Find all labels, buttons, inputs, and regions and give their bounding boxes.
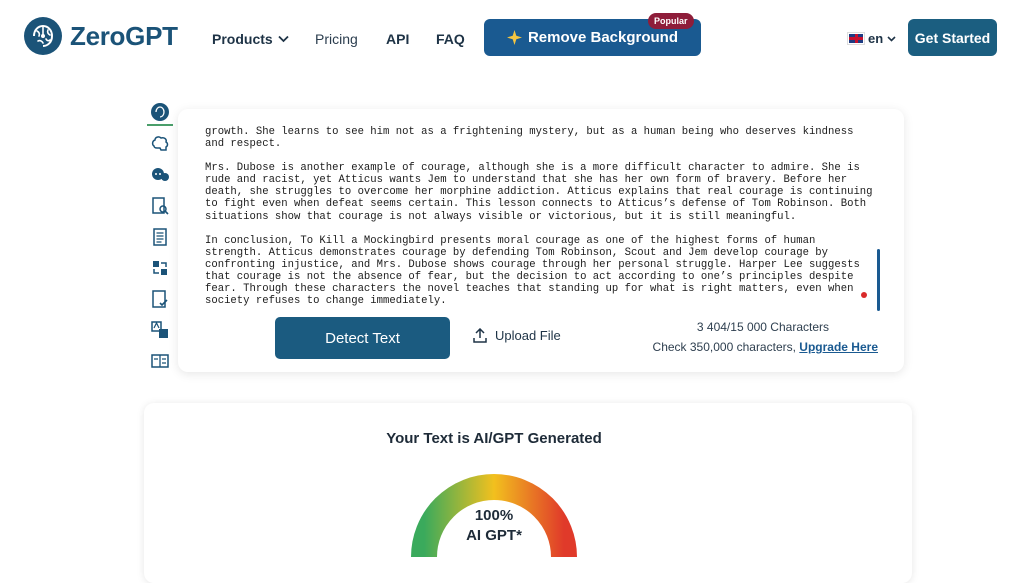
popular-badge: Popular (648, 13, 694, 29)
tool-ai-detector[interactable] (147, 100, 173, 126)
upgrade-notice-text: Check 350,000 characters, (652, 340, 796, 354)
editor-paragraph-3: In conclusion, To Kill a Mockingbird pre… (205, 234, 867, 308)
get-started-button[interactable]: Get Started (908, 19, 997, 56)
brand-logo[interactable]: ZeroGPT (22, 15, 178, 57)
brand-name: ZeroGPT (70, 20, 178, 51)
brain-icon (151, 136, 169, 151)
language-selector[interactable]: en (847, 31, 896, 46)
editor-scrollbar[interactable] (877, 249, 880, 311)
brain-logo-icon (24, 17, 62, 55)
tool-grammar-check[interactable] (147, 286, 173, 312)
upload-icon (473, 328, 487, 343)
tool-brain[interactable] (147, 131, 173, 157)
top-navbar: ZeroGPT Products Pricing API FAQ Remove … (0, 0, 1024, 78)
editor-paragraph-1: growth. She learns to see him not as a f… (205, 126, 860, 151)
nav-products-label: Products (212, 31, 273, 47)
upgrade-link[interactable]: Upgrade Here (799, 340, 878, 354)
character-count: 3 404/15 000 Characters (696, 320, 829, 334)
text-editor-card: growth. She learns to see him not as a f… (178, 109, 904, 372)
sparkle-icon (506, 30, 522, 45)
ai-percentage: 100% (474, 507, 514, 524)
chevron-down-icon (278, 35, 289, 43)
text-input-area[interactable]: growth. She learns to see him not as a f… (205, 126, 875, 320)
word-counter-icon (151, 354, 169, 368)
detect-text-button[interactable]: Detect Text (275, 317, 450, 359)
translator-icon (151, 321, 168, 338)
nav-pricing[interactable]: Pricing (315, 31, 358, 47)
result-card: Your Text is AI/GPT Generated 100% AI GP… (144, 403, 912, 583)
nav-api[interactable]: API (386, 31, 409, 47)
grammar-check-icon (152, 290, 168, 308)
nav-faq[interactable]: FAQ (436, 31, 465, 47)
cursor-marker (861, 292, 867, 298)
tool-chatbot[interactable] (147, 162, 173, 188)
uk-flag-icon (847, 32, 865, 45)
nav-products[interactable]: Products (212, 31, 289, 47)
tools-sidebar (147, 100, 173, 379)
ai-detector-icon (151, 103, 169, 121)
upgrade-notice: Check 350,000 characters, Upgrade Here (638, 340, 878, 354)
document-search-icon (152, 197, 169, 215)
paraphraser-icon (153, 261, 167, 275)
language-label: en (868, 31, 884, 46)
upload-file-button[interactable]: Upload File (473, 328, 561, 343)
result-title: Your Text is AI/GPT Generated (386, 430, 602, 447)
chevron-down-icon (887, 35, 896, 42)
tool-translator[interactable] (147, 317, 173, 343)
ai-label: AI GPT* (466, 527, 522, 544)
summarizer-icon (153, 228, 167, 246)
chatbot-icon (152, 168, 169, 181)
editor-paragraph-2: Mrs. Dubose is another example of courag… (205, 162, 873, 223)
tool-paraphraser[interactable] (147, 255, 173, 281)
upload-file-label: Upload File (495, 328, 561, 343)
remove-background-label: Remove Background (527, 29, 679, 46)
tool-document-search[interactable] (147, 193, 173, 219)
tool-word-counter[interactable] (147, 348, 173, 374)
tool-summarizer[interactable] (147, 224, 173, 250)
